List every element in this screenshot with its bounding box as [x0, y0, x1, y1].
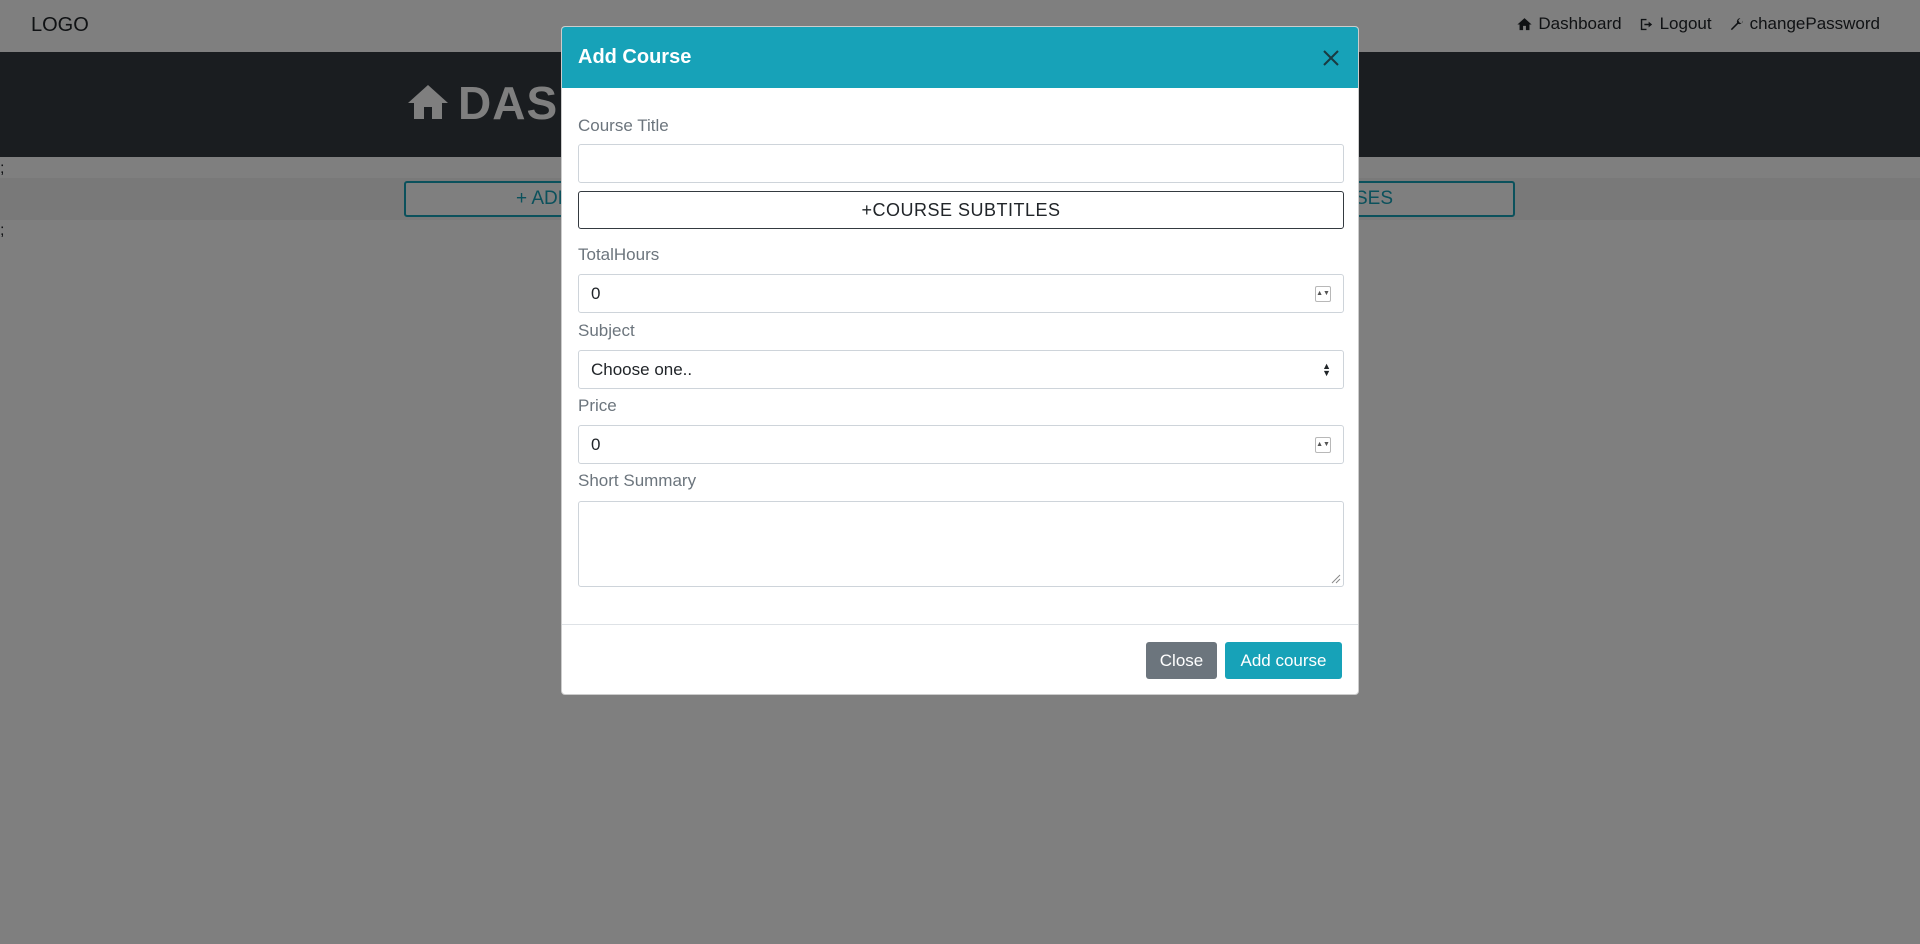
- close-button[interactable]: Close: [1146, 642, 1217, 679]
- total-hours-input[interactable]: 0 ▲▼: [578, 274, 1344, 313]
- price-input[interactable]: 0 ▲▼: [578, 425, 1344, 464]
- price-label: Price: [578, 396, 617, 415]
- close-icon[interactable]: [1320, 47, 1342, 69]
- add-course-subtitles-button[interactable]: +COURSE SUBTITLES: [578, 191, 1344, 229]
- total-hours-label: TotalHours: [578, 245, 660, 264]
- resize-handle-icon[interactable]: [1331, 574, 1341, 584]
- short-summary-textarea[interactable]: [578, 501, 1344, 587]
- subject-label: Subject: [578, 321, 635, 340]
- add-course-button[interactable]: Add course: [1225, 642, 1342, 679]
- select-arrows-icon: ▲ ▼: [1322, 360, 1331, 378]
- course-title-input[interactable]: [578, 144, 1344, 183]
- subject-selected-value: Choose one..: [591, 359, 693, 379]
- modal-header: Add Course: [562, 27, 1358, 88]
- modal-footer: Close Add course: [562, 624, 1358, 694]
- number-spinner-icon[interactable]: ▲▼: [1315, 285, 1331, 302]
- add-course-modal: Add Course Course Title +COURSE SUBTITLE…: [561, 26, 1359, 695]
- number-spinner-icon[interactable]: ▲▼: [1315, 436, 1331, 453]
- total-hours-value: 0: [591, 283, 601, 303]
- modal-body: Course Title +COURSE SUBTITLES TotalHour…: [562, 116, 1358, 587]
- subject-select[interactable]: Choose one.. ▲ ▼: [578, 350, 1344, 389]
- price-value: 0: [591, 434, 601, 454]
- course-title-label: Course Title: [578, 116, 669, 135]
- modal-title: Add Course: [578, 46, 692, 68]
- short-summary-label: Short Summary: [578, 471, 697, 490]
